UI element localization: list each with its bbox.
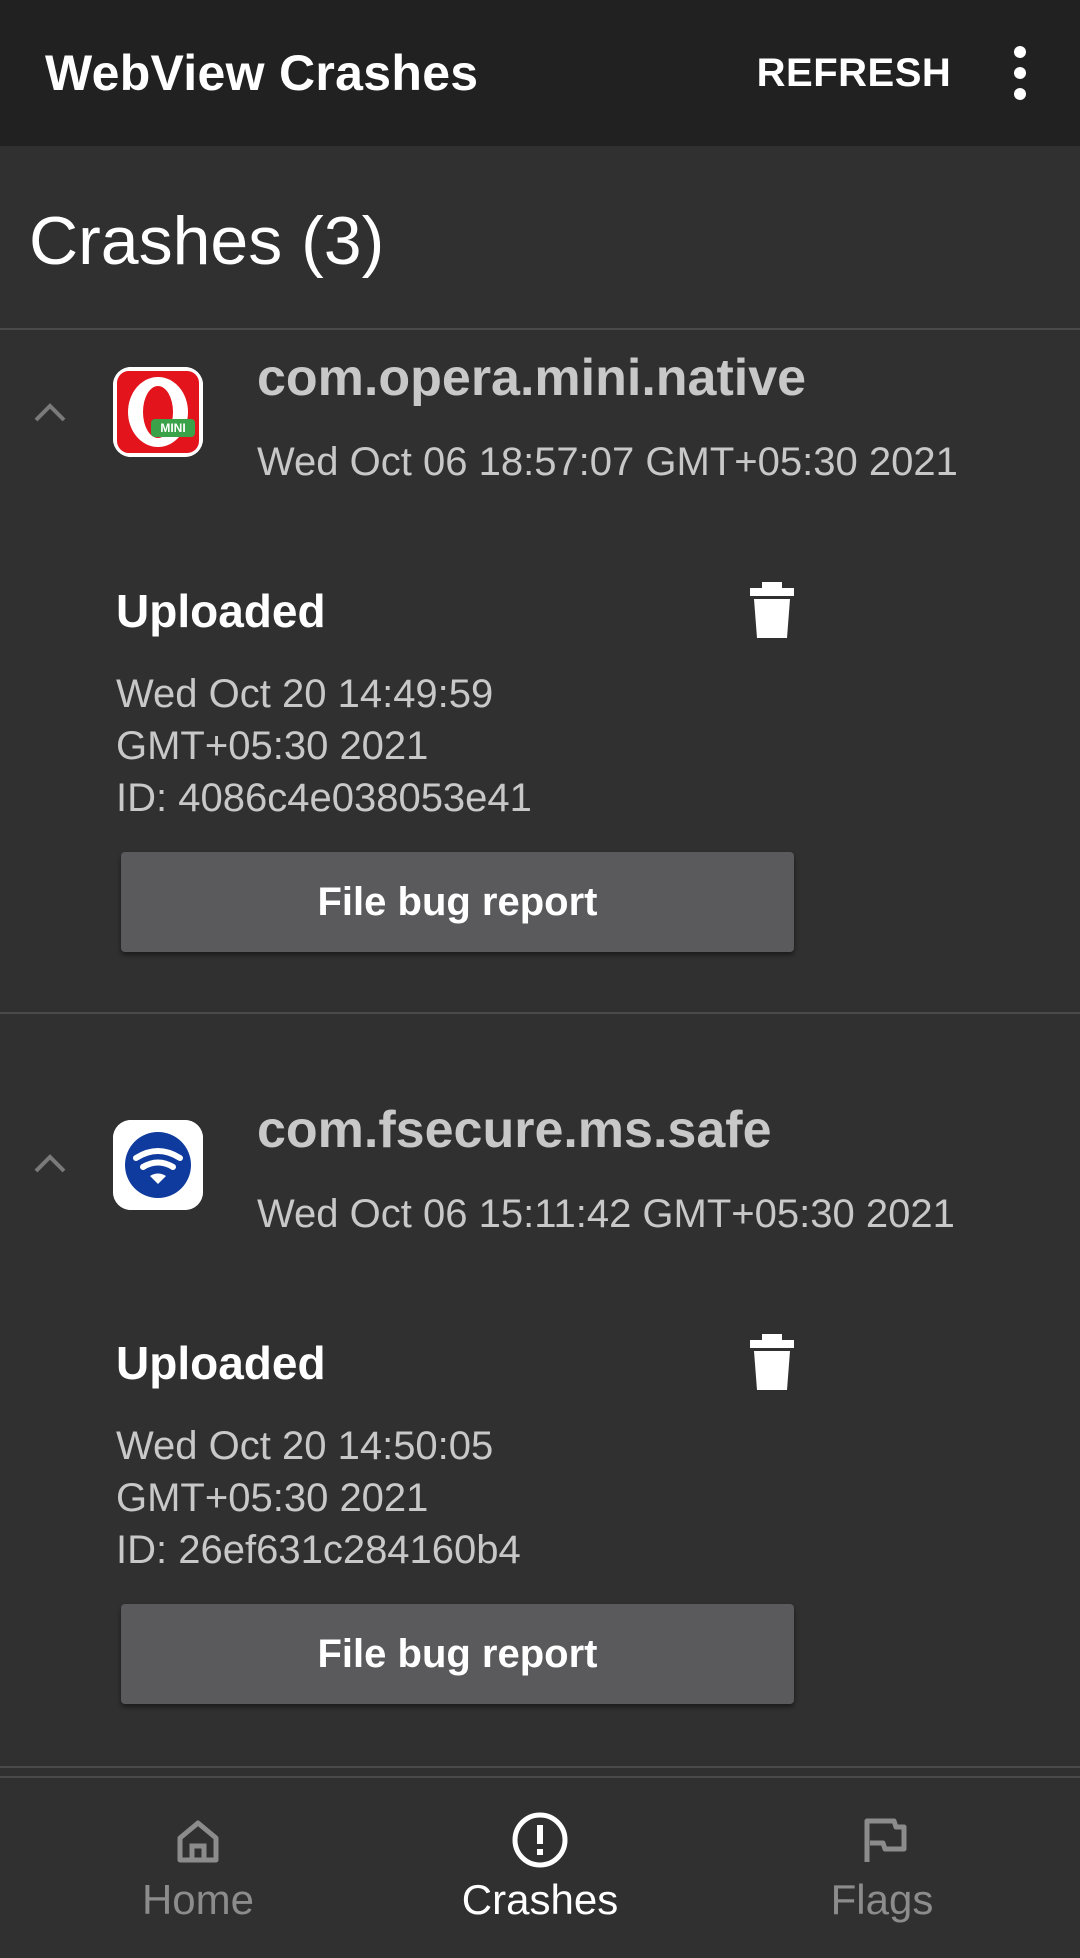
app-bar: WebView Crashes REFRESH bbox=[0, 0, 1080, 146]
flag-icon bbox=[852, 1810, 912, 1870]
upload-detail: Wed Oct 20 14:50:05 GMT+05:30 2021 ID: 2… bbox=[116, 1420, 521, 1576]
opera-mini-app-icon: MINI bbox=[113, 367, 203, 457]
upload-detail: Wed Oct 20 14:49:59 GMT+05:30 2021 ID: 4… bbox=[116, 668, 532, 824]
file-bug-report-button[interactable]: File bug report bbox=[121, 1604, 794, 1704]
upload-status: Uploaded bbox=[116, 1337, 326, 1389]
upload-time-line: GMT+05:30 2021 bbox=[116, 724, 429, 768]
alert-circle-icon bbox=[510, 1810, 570, 1870]
bottom-navigation: Home Crashes Flags bbox=[0, 1776, 1080, 1958]
nav-label: Flags bbox=[830, 1876, 934, 1923]
crash-time: Wed Oct 06 18:57:07 GMT+05:30 2021 bbox=[257, 440, 958, 484]
crash-time: Wed Oct 06 15:11:42 GMT+05:30 2021 bbox=[257, 1192, 955, 1236]
delete-icon[interactable] bbox=[744, 580, 800, 640]
app-title: WebView Crashes bbox=[45, 45, 479, 101]
upload-time-line: Wed Oct 20 14:50:05 bbox=[116, 1424, 494, 1468]
nav-label: Crashes bbox=[461, 1876, 619, 1923]
refresh-button[interactable]: REFRESH bbox=[748, 40, 960, 106]
crash-item: MINI com.opera.mini.native Wed Oct 06 18… bbox=[0, 330, 1080, 1014]
chevron-up-icon[interactable] bbox=[30, 1143, 70, 1183]
package-name: com.opera.mini.native bbox=[257, 349, 807, 407]
upload-status: Uploaded bbox=[116, 585, 326, 637]
crash-id: ID: 26ef631c284160b4 bbox=[116, 1528, 521, 1572]
delete-icon[interactable] bbox=[744, 1332, 800, 1392]
nav-item-flags[interactable]: Flags bbox=[712, 1778, 1052, 1958]
upload-time-line: GMT+05:30 2021 bbox=[116, 1476, 429, 1520]
package-name: com.fsecure.ms.safe bbox=[257, 1101, 772, 1159]
fsecure-safe-app-icon bbox=[113, 1120, 203, 1210]
crash-item: com.fsecure.ms.safe Wed Oct 06 15:11:42 … bbox=[0, 1014, 1080, 1768]
nav-item-home[interactable]: Home bbox=[28, 1778, 368, 1958]
nav-label: Home bbox=[141, 1876, 255, 1923]
nav-item-crashes[interactable]: Crashes bbox=[370, 1778, 710, 1958]
file-bug-report-button[interactable]: File bug report bbox=[121, 852, 794, 952]
section-title: Crashes (3) bbox=[29, 203, 385, 279]
crash-id: ID: 4086c4e038053e41 bbox=[116, 776, 532, 820]
crashes-section-header: Crashes (3) bbox=[0, 146, 1080, 330]
chevron-up-icon[interactable] bbox=[30, 392, 70, 432]
upload-time-line: Wed Oct 20 14:49:59 bbox=[116, 672, 494, 716]
svg-text:MINI: MINI bbox=[160, 421, 185, 435]
home-icon bbox=[168, 1810, 228, 1870]
more-vert-icon[interactable] bbox=[995, 40, 1045, 106]
